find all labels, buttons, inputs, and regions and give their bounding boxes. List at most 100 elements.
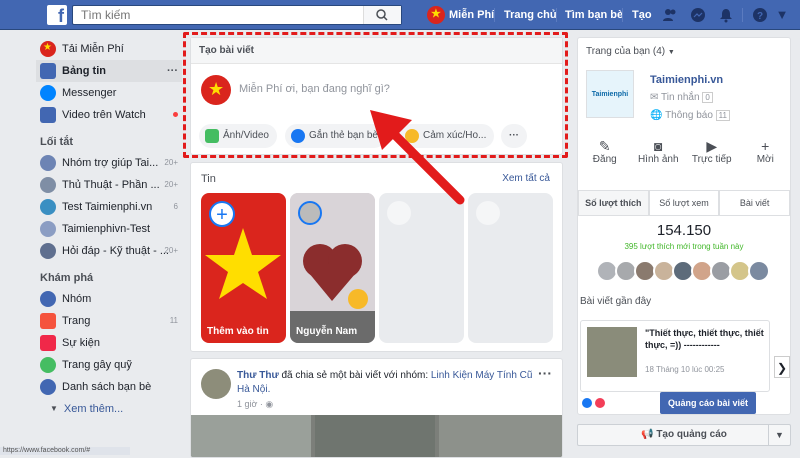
reaction-icons: [582, 398, 605, 410]
post-time[interactable]: 1 giờ: [237, 399, 257, 409]
post-more-button[interactable]: ···: [538, 365, 552, 381]
shortcut-item[interactable]: Test Taimienphi.vn 6: [40, 196, 182, 218]
page-messages[interactable]: ✉ Tin nhắn 0: [650, 92, 713, 103]
chevron-down-icon[interactable]: ▼: [768, 425, 790, 445]
like-reaction-icon: [582, 398, 592, 408]
recent-post-date: 18 Tháng 10 lúc 00:25: [645, 365, 725, 374]
notifications-bell-icon[interactable]: [718, 7, 734, 23]
profile-avatar: [427, 0, 445, 29]
explore-heading: Khám phá: [40, 272, 94, 284]
tab-likes[interactable]: Số lượt thích: [578, 190, 649, 216]
post-header: Thư Thư đã chia sẻ một bài viết với nhóm…: [237, 369, 537, 397]
tab-views[interactable]: Số lượt xem: [648, 190, 720, 216]
create-ad-button[interactable]: 📢 Tạo quảng cáo ▼: [577, 424, 791, 446]
sidebar-item-friend-lists[interactable]: Danh sách bạn bè: [40, 376, 182, 398]
recent-post-card[interactable]: "Thiết thực, thiết thực, thiết thực, =))…: [580, 320, 770, 392]
post-action-text: đã chia sẻ một bài viết với nhóm:: [281, 370, 429, 381]
invite-button[interactable]: + Mời: [743, 130, 787, 182]
help-icon[interactable]: ?: [752, 7, 768, 23]
sidebar-item-fundraisers[interactable]: Trang gây quỹ: [40, 354, 182, 376]
home-link[interactable]: Trang chủ: [504, 0, 557, 30]
sidebar-item-news-feed[interactable]: Bảng tin ···: [36, 60, 182, 82]
photo-button[interactable]: ◙ Hình ảnh: [636, 130, 680, 182]
explore-label: Danh sách bạn bè: [62, 381, 152, 393]
shortcut-item[interactable]: Taimienphivn-Test: [40, 218, 182, 240]
see-more-link[interactable]: ▼ Xem thêm...: [40, 398, 182, 420]
empty-story-card: [468, 193, 553, 343]
add-person-icon: +: [761, 138, 770, 154]
shortcut-item[interactable]: Nhóm trợ giúp Tai... 20+: [40, 152, 182, 174]
calendar-icon: [40, 335, 56, 351]
add-story-label: Thêm vào tin: [207, 326, 269, 337]
post-photo[interactable]: [191, 415, 562, 457]
sidebar-item-groups[interactable]: Nhóm: [40, 288, 182, 310]
nav-divider: [556, 8, 557, 22]
profile-link[interactable]: Miễn Phí: [427, 0, 494, 30]
add-story-plus-icon[interactable]: +: [209, 201, 235, 227]
group-icon: [40, 199, 56, 215]
explore-label: Nhóm: [62, 293, 92, 305]
chevron-down-icon: ▼: [50, 404, 58, 413]
create-link[interactable]: Tạo: [632, 0, 652, 30]
post-author-avatar[interactable]: [201, 369, 231, 399]
groups-icon: [40, 291, 56, 307]
shortcut-item[interactable]: Hỏi đáp - Kỹ thuật - ... 20+: [40, 240, 182, 262]
messenger-icon[interactable]: [690, 7, 706, 23]
friend-requests-icon[interactable]: [662, 7, 678, 23]
shortcut-count: 6: [173, 202, 178, 211]
page-name[interactable]: Taimienphi.vn: [650, 74, 723, 86]
promote-post-button[interactable]: Quảng cáo bài viết: [660, 392, 756, 414]
your-pages-label: Trang của bạn (4): [586, 46, 666, 57]
account-menu-icon[interactable]: ▼: [774, 7, 790, 23]
new-likes-text: 395 lượt thích mới trong tuần này: [624, 242, 744, 251]
search-input[interactable]: [73, 6, 363, 24]
sidebar-item-pages[interactable]: Trang 11: [40, 310, 182, 332]
tab-posts[interactable]: Bài viết: [719, 190, 791, 216]
recent-post-thumbnail: [587, 327, 637, 377]
sidebar-item-watch[interactable]: Video trên Watch: [40, 104, 182, 126]
post-author-name[interactable]: Thư Thư: [237, 370, 279, 381]
megaphone-icon: 📢: [641, 429, 654, 440]
sidebar-profile-label: Tải Miễn Phí: [62, 43, 124, 55]
messenger-icon: [40, 85, 56, 101]
nav-divider: [622, 8, 623, 22]
page-notifications[interactable]: 🌐 Thông báo 11: [650, 110, 730, 121]
your-pages-heading[interactable]: Trang của bạn (4) ▼: [586, 46, 675, 57]
group-icon: [40, 221, 56, 237]
watch-icon: [40, 107, 56, 123]
shortcut-item[interactable]: Thủ Thuật - Phần ... 20+: [40, 174, 182, 196]
sidebar-profile[interactable]: ★ Tải Miễn Phí: [40, 38, 182, 60]
see-all-stories-link[interactable]: Xem tất cả: [502, 173, 550, 184]
explore-label: Sự kiện: [62, 337, 100, 349]
search-icon: [376, 9, 388, 21]
camera-icon: ◙: [654, 138, 663, 154]
live-button[interactable]: ▶ Trực tiếp: [690, 130, 734, 182]
search-box[interactable]: [72, 5, 402, 25]
search-button[interactable]: [363, 6, 401, 24]
sidebar-item-label: Video trên Watch: [62, 109, 146, 121]
add-story-card[interactable]: + Thêm vào tin: [201, 193, 286, 343]
page-logo[interactable]: Taimienphi: [586, 70, 634, 118]
shortcut-count: 20+: [164, 246, 178, 255]
annotation-arrow: [370, 110, 465, 205]
action-label: Đăng: [592, 154, 617, 165]
notifications-count: 11: [715, 110, 730, 121]
publish-button[interactable]: ✎ Đăng: [583, 130, 627, 182]
facebook-logo[interactable]: f: [47, 5, 67, 26]
explore-label: Trang: [62, 315, 91, 327]
sidebar-item-events[interactable]: Sự kiện: [40, 332, 182, 354]
find-friends-link[interactable]: Tìm bạn bè: [565, 0, 623, 30]
group-icon: [40, 177, 56, 193]
sidebar-item-messenger[interactable]: Messenger: [40, 82, 182, 104]
group-icon: [40, 155, 56, 171]
next-arrow-icon[interactable]: ❯: [774, 356, 790, 378]
globe-icon: 🌐: [650, 110, 663, 121]
liker-avatar[interactable]: [748, 260, 770, 282]
liker-avatars: [596, 260, 770, 282]
sidebar-item-label: Messenger: [62, 87, 117, 99]
pencil-icon: ✎: [598, 138, 611, 154]
more-options-icon[interactable]: ···: [167, 60, 178, 82]
top-navigation-bar: f Miễn Phí Trang chủ Tìm bạn bè Tạo ? ▼: [0, 0, 800, 30]
shortcut-label: Hỏi đáp - Kỹ thuật - ...: [62, 245, 169, 257]
left-sidebar: ★ Tải Miễn Phí Bảng tin ··· Messenger Vi…: [36, 38, 182, 420]
